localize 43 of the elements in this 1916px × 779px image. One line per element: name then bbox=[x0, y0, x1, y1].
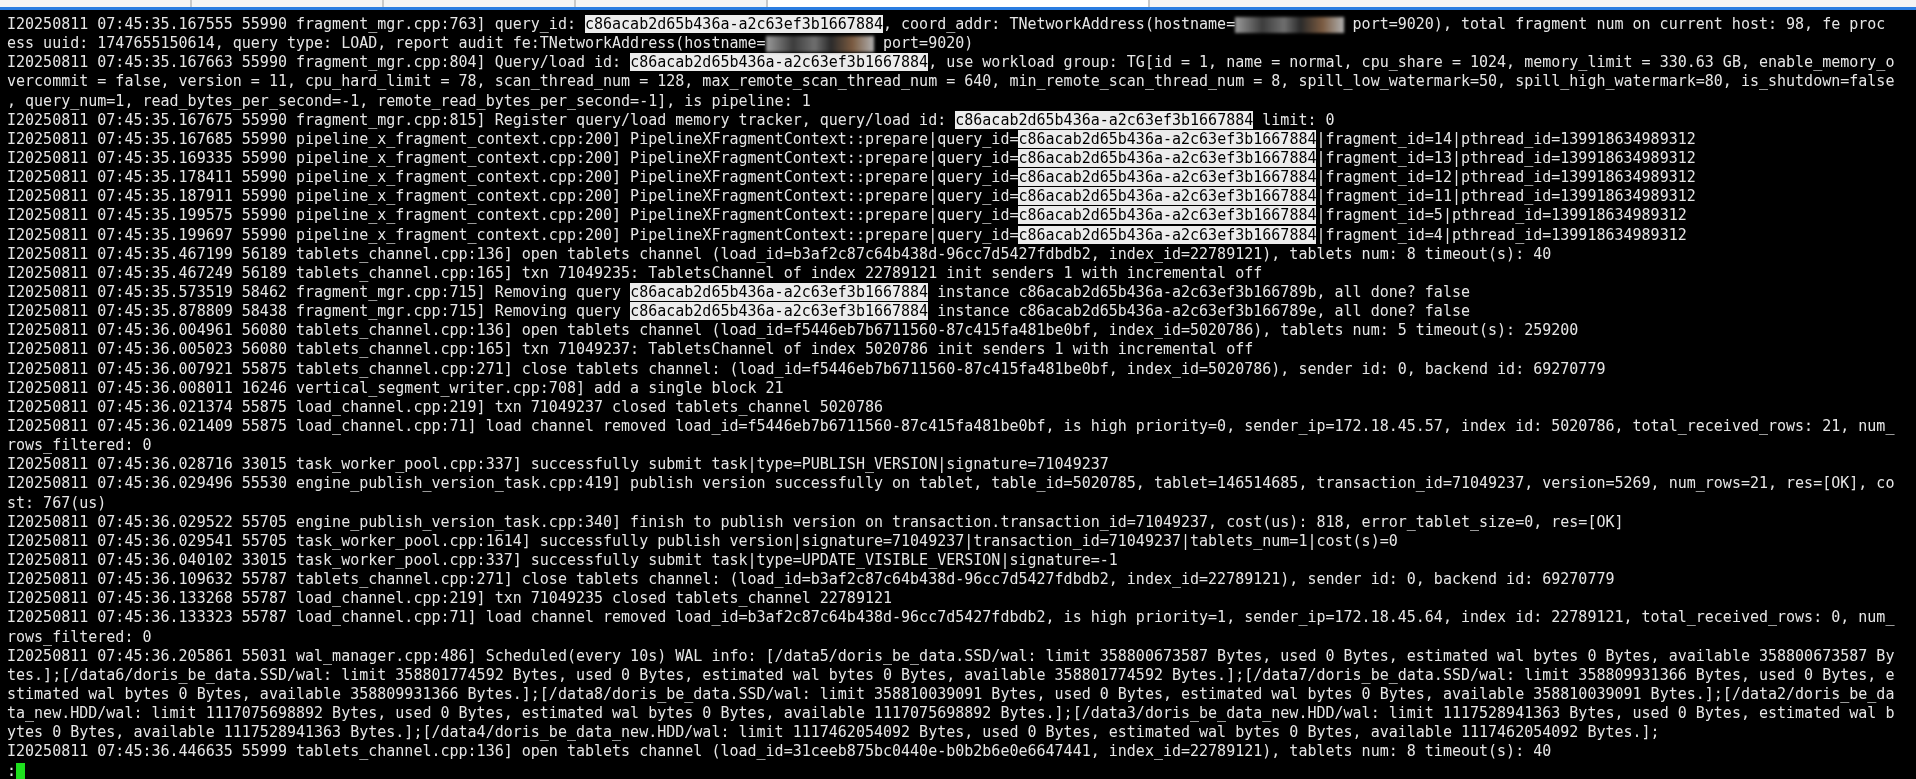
log-line: I20250811 07:45:35.878809 58438 fragment_mgr.cpp:715] Removing query c86acab2d65b436a-a2c63ef3b1667884 instance c86acab2d65b436a-a2c63ef3b166789e, all done? false bbox=[7, 302, 1470, 322]
log-line: I20250811 07:45:36.029496 55530 engine_publish_version_task.cpp:419] publish version successfully on tablet, table_id=5020785, tablet=146514685, transaction_id=71049237, version=5269, num_rows=21, res=[OK], co bbox=[7, 474, 1895, 494]
log-line: I20250811 07:45:36.007921 55875 tablets_channel.cpp:271] close tablets channel: (load_id=f5446eb7b6711560-87c415fa481be0bf, index_id=5020786), sender id: 0, backend id: 69270779 bbox=[7, 359, 1606, 379]
log-line: I20250811 07:45:36.133323 55787 load_channel.cpp:71] load channel removed load_id=b3af2c87c64b438d-96cc7d5427fdbdb2, is high priority=1, sender_ip=172.18.45.64, index id: 22789121, total_received_rows: 0, num_ bbox=[7, 608, 1895, 628]
log-line: : bbox=[7, 761, 17, 779]
log-line: st: 767(us) bbox=[7, 493, 107, 513]
log-line: I20250811 07:45:36.021409 55875 load_channel.cpp:71] load channel removed load_id=f5446eb7b6711560-87c415fa481be0bf, is high priority=0, sender_ip=172.18.45.57, index id: 5020786, total_received_rows: 21, num_ bbox=[7, 417, 1895, 436]
log-line: I20250811 07:45:35.199575 55990 pipeline_x_fragment_context.cpp:200] PipelineXFragmentContext::prepare|query_id=c86acab2d65b436a-a2c63ef3b1667884|fragment_id=5|pthread_id=139918634989312 bbox=[7, 206, 1687, 226]
log-line: I20250811 07:45:35.467249 56189 tablets_channel.cpp:165] txn 71049235: TabletsChannel of index 22789121 init senders 1 with incremental off bbox=[7, 263, 1263, 283]
log-line: I20250811 07:45:35.167555 55990 fragment_mgr.cpp:763] query_id: c86acab2d65b436a-a2c63ef3b1667884, coord_addr: TNetworkAddress(hostname= bbox=[7, 15, 1236, 35]
log-line: I20250811 07:45:36.004961 56080 tablets_channel.cpp:136] open tablets channel (load_id=f5446eb7b6711560-87c415fa481be0bf, index_id=5020786), tablets num: 5 timeout(s): 259200 bbox=[7, 321, 1579, 341]
log-line: I20250811 07:45:36.446635 55999 tablets_channel.cpp:136] open tablets channel (load_id=31ceeb875bc0440e-b0b2b6e0e6647441, index_id=22789121), tablets num: 8 timeout(s): 40 bbox=[7, 742, 1552, 762]
log-line: , query_num=1, read_bytes_per_second=-1, remote_read_bytes_per_second=-1], is pipeline: 1 bbox=[7, 91, 811, 111]
log-line: I20250811 07:45:36.205861 55031 wal_manager.cpp:486] Scheduled(every 10s) WAL info: [/data5/doris_be_data.SSD/wal: limit 358800673587 Bytes, used 0 Bytes, estimated wal bytes 0 Bytes, available 358800673587 By bbox=[7, 646, 1895, 666]
log-line: port=9020) bbox=[881, 34, 974, 54]
log-line: I20250811 07:45:36.029522 55705 engine_publish_version_task.cpp:340] finish to publish version on transaction.transaction_id=71049237, cost(us): 818, error_tablet_size=0, res=[OK] bbox=[7, 512, 1624, 532]
log-line: I20250811 07:45:35.178411 55990 pipeline_x_fragment_context.cpp:200] PipelineXFragmentContext::prepare|query_id=c86acab2d65b436a-a2c63ef3b1667884|fragment_id=12|pthread_id=139918634989312 bbox=[7, 168, 1696, 188]
log-line: I20250811 07:45:36.029541 55705 task_worker_pool.cpp:1614] successfully publish version|signature=71049237|transaction_id=71049237|tablets_num=1|cost(s)=0 bbox=[7, 531, 1398, 551]
log-line: ta_new.HDD/wal: limit 1117075698892 Bytes, used 0 Bytes, estimated wal bytes 0 Bytes, available 1117075698892 Bytes.];[/data3/doris_be_data_new.HDD/wal: limit 1117528941363 Bytes, used 0 Bytes, estimated wal b bbox=[7, 704, 1895, 724]
log-line: I20250811 07:45:36.021374 55875 load_channel.cpp:219] txn 71049237 closed tablets_channel 5020786 bbox=[7, 397, 883, 417]
log-line: ess uuid: 1747655150614, query type: LOAD, report audit fe:TNetworkAddress(hostname= bbox=[7, 34, 766, 54]
log-line: I20250811 07:45:35.467199 56189 tablets_channel.cpp:136] open tablets channel (load_id=b3af2c87c64b438d-96cc7d5427fdbdb2, index_id=22789121), tablets num: 8 timeout(s): 40 bbox=[7, 244, 1552, 264]
log-line: I20250811 07:45:35.167685 55990 pipeline_x_fragment_context.cpp:200] PipelineXFragmentContext::prepare|query_id=c86acab2d65b436a-a2c63ef3b1667884|fragment_id=14|pthread_id=139918634989312 bbox=[7, 129, 1696, 149]
log-line: vercommit = false, version = 11, cpu_hard_limit = 78, scan_thread_num = 128, max_remote_scan_thread_num = 640, min_remote_scan_thread_num = 8, spill_low_watermark=50, spill_high_watermark=80, is_shutdown=false bbox=[7, 72, 1895, 92]
log-line: rows_filtered: 0 bbox=[7, 627, 152, 647]
log-line: port=9020), total fragment num on current host: 98, fe proc bbox=[1351, 15, 1886, 35]
log-line: I20250811 07:45:35.187911 55990 pipeline_x_fragment_context.cpp:200] PipelineXFragmentContext::prepare|query_id=c86acab2d65b436a-a2c63ef3b1667884|fragment_id=11|pthread_id=139918634989312 bbox=[7, 187, 1696, 207]
log-line: rows_filtered: 0 bbox=[7, 436, 152, 456]
log-line: I20250811 07:45:36.008011 16246 vertical_segment_writer.cpp:708] add a single block 21 bbox=[7, 378, 784, 398]
text-cursor bbox=[16, 763, 26, 779]
log-line: I20250811 07:45:35.167663 55990 fragment_mgr.cpp:804] Query/load id: c86acab2d65b436a-a2c63ef3b1667884, use workload group: TG[id = 1, name = normal, cpu_share = 1024, memory_limit = 330.63 GB, enable_memory_o bbox=[7, 53, 1895, 73]
log-line: stimated wal bytes 0 Bytes, available 358809931366 Bytes.];[/data8/doris_be_data.SSD/wal: limit 358810039091 Bytes, used 0 Bytes, estimated wal bytes 0 Bytes, available 358810039091 Bytes.];[/data2/doris_be_da bbox=[7, 685, 1895, 704]
log-line: ytes 0 Bytes, available 1117528941363 Bytes.];[/data4/doris_be_data_new.HDD/wal: limit 1117462054092 Bytes, used 0 Bytes, estimated wal bytes 0 Bytes, available 1117462054092 Bytes.]; bbox=[7, 723, 1660, 743]
log-line: tes.];[/data6/doris_be_data.SSD/wal: limit 358801774592 Bytes, used 0 Bytes, estimated wal bytes 0 Bytes, available 358801774592 Bytes.];[/data7/doris_be_data.SSD/wal: limit 358809931366 Bytes, used 0 Bytes, e bbox=[7, 665, 1895, 685]
log-line: I20250811 07:45:35.169335 55990 pipeline_x_fragment_context.cpp:200] PipelineXFragmentContext::prepare|query_id=c86acab2d65b436a-a2c63ef3b1667884|fragment_id=13|pthread_id=139918634989312 bbox=[7, 149, 1696, 169]
log-line: I20250811 07:45:36.040102 33015 task_worker_pool.cpp:337] successfully submit task|type=UPDATE_VISIBLE_VERSION|signature=-1 bbox=[7, 551, 1118, 570]
log-line: I20250811 07:45:36.028716 33015 task_worker_pool.cpp:337] successfully submit task|type=PUBLISH_VERSION|signature=71049237 bbox=[7, 455, 1109, 475]
log-line: I20250811 07:45:35.573519 58462 fragment_mgr.cpp:715] Removing query c86acab2d65b436a-a2c63ef3b1667884 instance c86acab2d65b436a-a2c63ef3b166789b, all done? false bbox=[7, 283, 1470, 303]
log-line: I20250811 07:45:36.109632 55787 tablets_channel.cpp:271] close tablets channel: (load_id=b3af2c87c64b438d-96cc7d5427fdbdb2, index_id=22789121), sender id: 0, backend id: 69270779 bbox=[7, 570, 1615, 590]
log-line: I20250811 07:45:36.005023 56080 tablets_channel.cpp:165] txn 71049237: TabletsChannel of index 5020786 init senders 1 with incremental off bbox=[7, 340, 1254, 360]
log-line: I20250811 07:45:36.133268 55787 load_channel.cpp:219] txn 71049235 closed tablets_channel 22789121 bbox=[7, 589, 892, 609]
log-line: I20250811 07:45:35.167675 55990 fragment_mgr.cpp:815] Register query/load memory tracker, query/load id: c86acab2d65b436a-a2c63ef3b1667884 limit: 0 bbox=[7, 110, 1335, 130]
log-line: I20250811 07:45:35.199697 55990 pipeline_x_fragment_context.cpp:200] PipelineXFragmentContext::prepare|query_id=c86acab2d65b436a-a2c63ef3b1667884|fragment_id=4|pthread_id=139918634989312 bbox=[7, 225, 1687, 245]
